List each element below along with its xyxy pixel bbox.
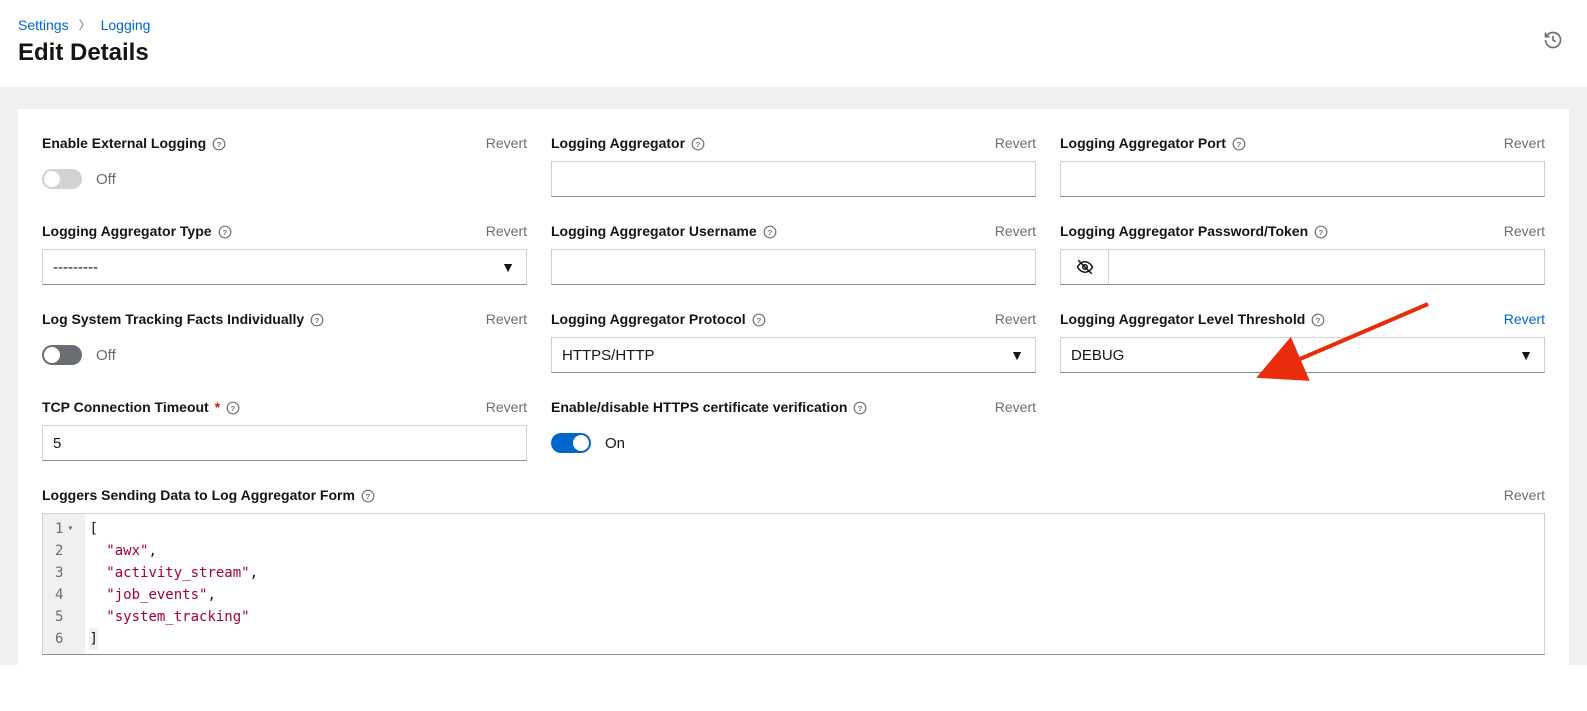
revert-type[interactable]: Revert	[486, 223, 527, 239]
enable-external-state: Off	[96, 171, 116, 188]
svg-text:?: ?	[222, 228, 227, 237]
port-label: Logging Aggregator Port ?	[1060, 135, 1246, 151]
cert-verify-label: Enable/disable HTTPS certificate verific…	[551, 399, 867, 415]
revert-tcp-timeout[interactable]: Revert	[486, 399, 527, 415]
revert-protocol[interactable]: Revert	[995, 311, 1036, 327]
help-icon[interactable]: ?	[212, 135, 226, 151]
help-icon[interactable]: ?	[1232, 135, 1246, 151]
svg-text:?: ?	[315, 316, 320, 325]
page-title: Edit Details	[18, 39, 1569, 67]
cert-verify-toggle[interactable]	[551, 433, 591, 453]
code-body[interactable]: [ "awx", "activity_stream", "job_events"…	[85, 514, 1544, 654]
username-label: Logging Aggregator Username ?	[551, 223, 777, 239]
svg-text:?: ?	[1237, 140, 1242, 149]
help-icon[interactable]: ?	[1314, 223, 1328, 239]
aggregator-label: Logging Aggregator ?	[551, 135, 705, 151]
revert-loggers-form[interactable]: Revert	[1504, 487, 1545, 503]
level-label: Logging Aggregator Level Threshold ?	[1060, 311, 1325, 327]
tcp-timeout-input[interactable]	[42, 425, 527, 461]
help-icon[interactable]: ?	[1311, 311, 1325, 327]
help-icon[interactable]: ?	[752, 311, 766, 327]
track-facts-toggle[interactable]	[42, 345, 82, 365]
revert-password[interactable]: Revert	[1504, 223, 1545, 239]
help-icon[interactable]: ?	[361, 487, 375, 503]
enable-external-label: Enable External Logging ?	[42, 135, 226, 151]
svg-text:?: ?	[756, 316, 761, 325]
protocol-select[interactable]: HTTPS/HTTP	[551, 337, 1036, 373]
cert-verify-state: On	[605, 435, 625, 452]
loggers-code-editor[interactable]: 1 2 3 4 5 6 [ "awx", "activity_stream", …	[42, 513, 1545, 655]
help-icon[interactable]: ?	[853, 399, 867, 415]
revert-aggregator[interactable]: Revert	[995, 135, 1036, 151]
revert-level[interactable]: Revert	[1504, 311, 1545, 327]
type-label: Logging Aggregator Type ?	[42, 223, 232, 239]
help-icon[interactable]: ?	[310, 311, 324, 327]
code-gutter: 1 2 3 4 5 6	[43, 514, 71, 654]
protocol-label: Logging Aggregator Protocol ?	[551, 311, 766, 327]
svg-text:?: ?	[217, 140, 222, 149]
track-facts-state: Off	[96, 347, 116, 364]
revert-enable-external[interactable]: Revert	[486, 135, 527, 151]
svg-text:?: ?	[1316, 316, 1321, 325]
breadcrumb: Settings 〉 Logging	[18, 16, 1569, 33]
svg-text:?: ?	[767, 228, 772, 237]
svg-text:?: ?	[231, 404, 236, 413]
chevron-right-icon: 〉	[79, 16, 91, 33]
svg-text:?: ?	[1319, 228, 1324, 237]
help-icon[interactable]: ?	[763, 223, 777, 239]
history-icon[interactable]	[1543, 30, 1563, 53]
breadcrumb-settings[interactable]: Settings	[18, 17, 69, 33]
svg-text:?: ?	[366, 492, 371, 501]
revert-port[interactable]: Revert	[1504, 135, 1545, 151]
breadcrumb-logging[interactable]: Logging	[101, 17, 151, 33]
username-input[interactable]	[551, 249, 1036, 285]
tcp-timeout-label: TCP Connection Timeout * ?	[42, 399, 240, 415]
svg-text:?: ?	[696, 140, 701, 149]
svg-text:?: ?	[858, 404, 863, 413]
revert-username[interactable]: Revert	[995, 223, 1036, 239]
type-select[interactable]: ---------	[42, 249, 527, 285]
revert-track-facts[interactable]: Revert	[486, 311, 527, 327]
password-label: Logging Aggregator Password/Token ?	[1060, 223, 1328, 239]
enable-external-toggle[interactable]	[42, 169, 82, 189]
loggers-form-label: Loggers Sending Data to Log Aggregator F…	[42, 487, 375, 503]
aggregator-input[interactable]	[551, 161, 1036, 197]
track-facts-label: Log System Tracking Facts Individually ?	[42, 311, 324, 327]
revert-cert-verify[interactable]: Revert	[995, 399, 1036, 415]
help-icon[interactable]: ?	[218, 223, 232, 239]
port-input[interactable]	[1060, 161, 1545, 197]
help-icon[interactable]: ?	[691, 135, 705, 151]
level-select[interactable]: DEBUG	[1060, 337, 1545, 373]
eye-off-icon[interactable]	[1060, 249, 1108, 285]
help-icon[interactable]: ?	[226, 399, 240, 415]
password-input[interactable]	[1108, 249, 1545, 285]
